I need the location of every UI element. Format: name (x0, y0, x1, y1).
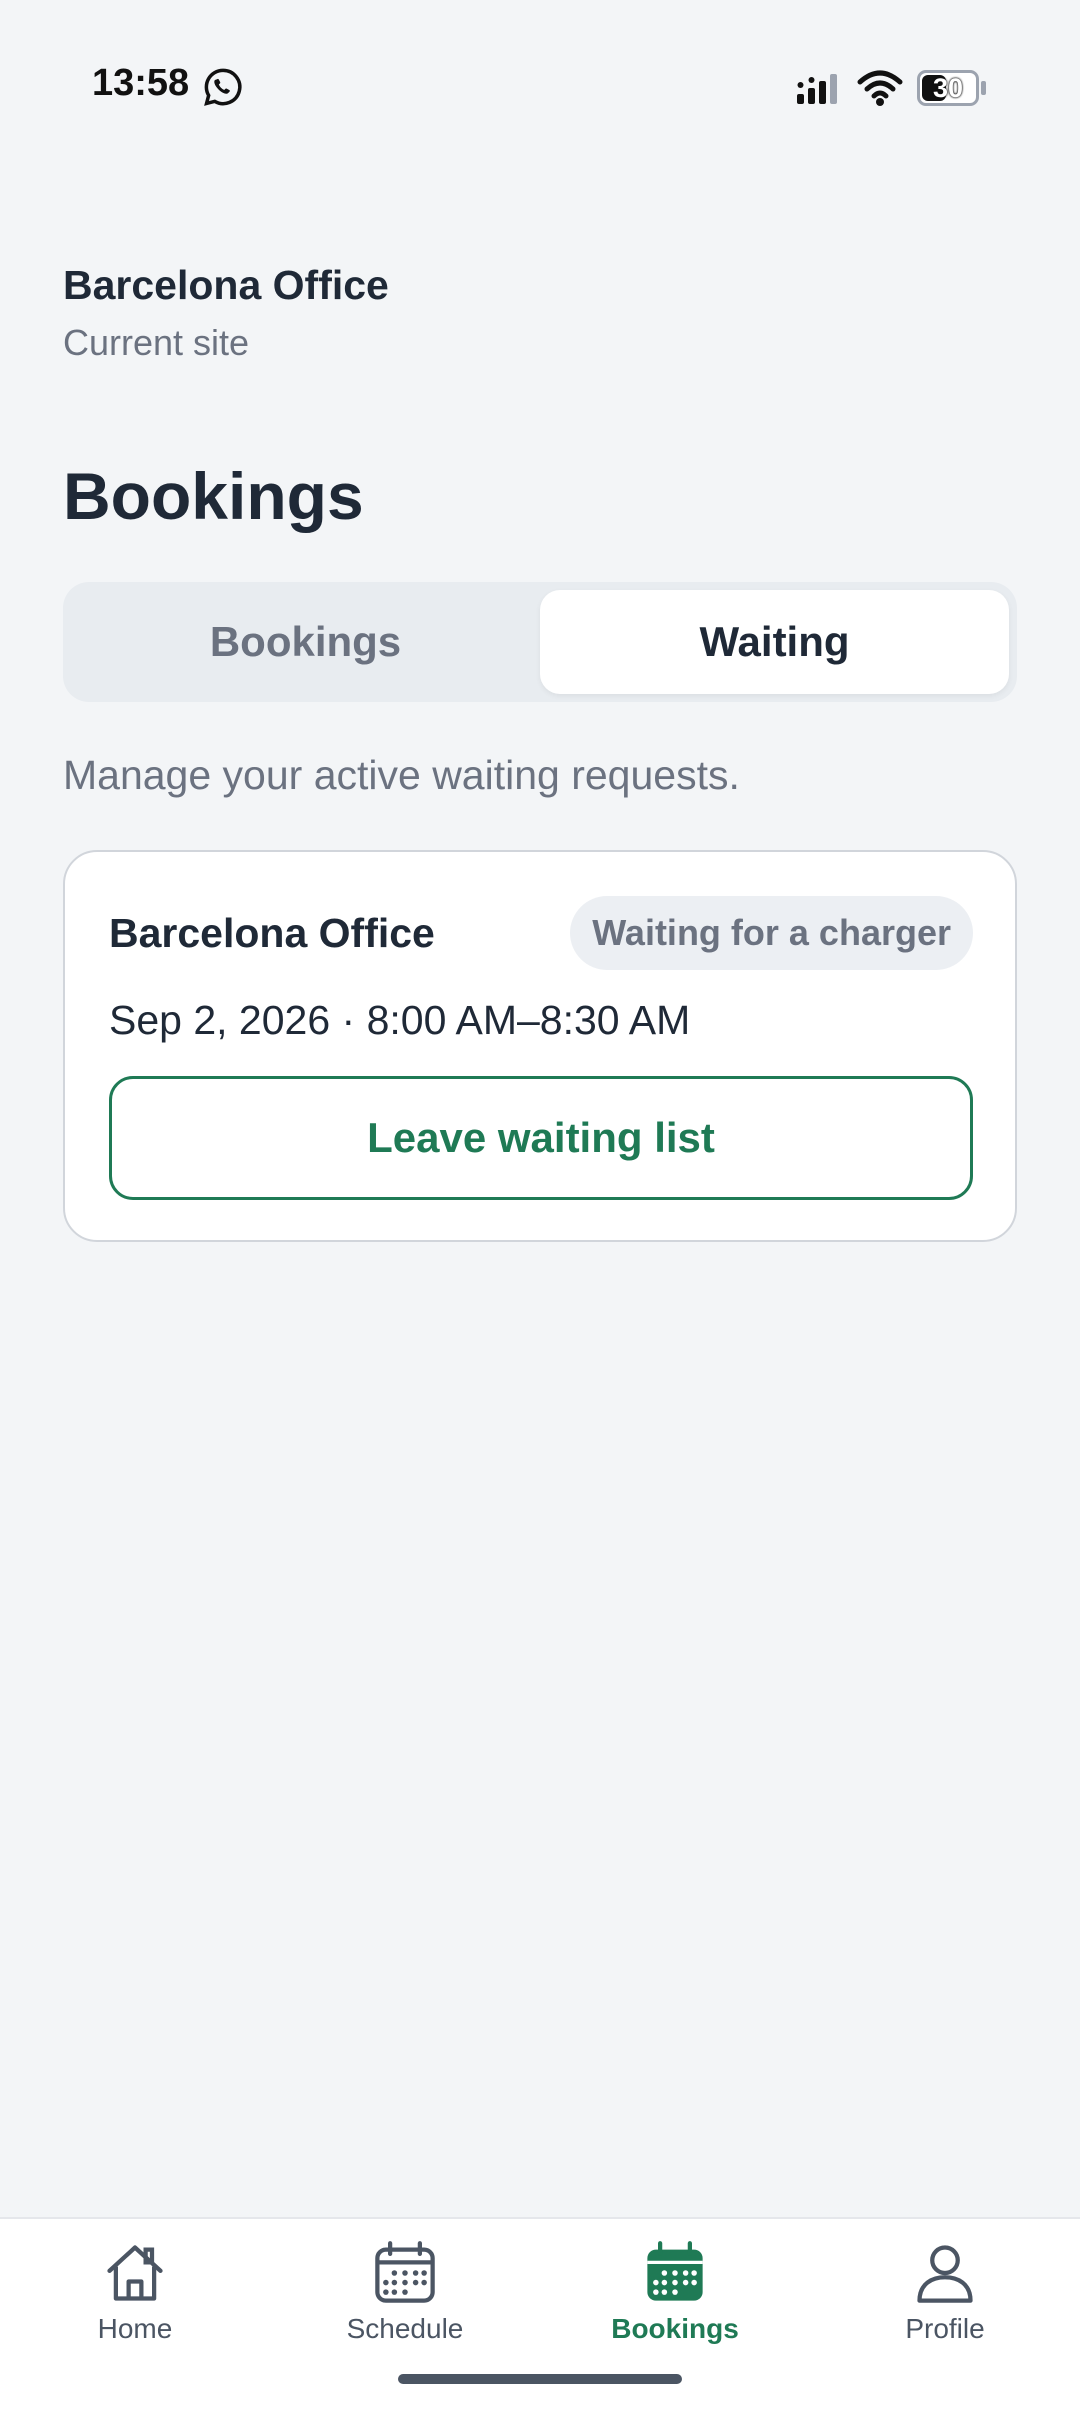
site-name[interactable]: Barcelona Office (63, 262, 389, 309)
wifi-icon (857, 70, 903, 106)
calendar-icon (375, 2241, 435, 2303)
nav-item-bookings[interactable]: Bookings (540, 2219, 810, 2369)
signal-icon (797, 74, 837, 104)
status-bar: 13:58 30 (0, 0, 1080, 170)
battery-icon: 30 (917, 70, 987, 106)
nav-label-profile: Profile (905, 2313, 985, 2344)
screen: 13:58 30 Barcelona Office Current site B… (0, 0, 1080, 2410)
bookings-tabs: Bookings Waiting (63, 582, 1017, 702)
calendar-filled-icon (647, 2241, 703, 2301)
leave-waiting-list-button[interactable]: Leave waiting list (109, 1076, 973, 1200)
battery-cap (981, 81, 986, 95)
battery-level: 30 (932, 72, 964, 103)
nav-label-bookings: Bookings (611, 2313, 739, 2344)
waiting-card: Barcelona Office Waiting for a charger S… (63, 850, 1017, 1242)
helper-text: Manage your active waiting requests. (63, 752, 740, 798)
whatsapp-icon (204, 68, 242, 106)
nav-label-home: Home (97, 2313, 173, 2344)
home-icon (107, 2245, 163, 2301)
site-subtitle: Current site (63, 322, 250, 363)
nav-item-home[interactable]: Home (0, 2219, 270, 2369)
waiting-card-time: Sep 2, 2026 · 8:00 AM–8:30 AM (109, 997, 691, 1043)
waiting-card-site: Barcelona Office (109, 910, 435, 956)
nav-item-schedule[interactable]: Schedule (270, 2219, 540, 2369)
tab-bookings[interactable]: Bookings (71, 590, 540, 694)
user-icon (917, 2245, 973, 2303)
status-badge: Waiting for a charger (570, 896, 973, 970)
page-title: Bookings (63, 459, 364, 533)
nav-label-schedule: Schedule (346, 2313, 464, 2344)
home-indicator[interactable] (398, 2374, 682, 2384)
tab-waiting[interactable]: Waiting (540, 590, 1009, 694)
status-time: 13:58 (92, 62, 190, 104)
nav-item-profile[interactable]: Profile (810, 2219, 1080, 2369)
